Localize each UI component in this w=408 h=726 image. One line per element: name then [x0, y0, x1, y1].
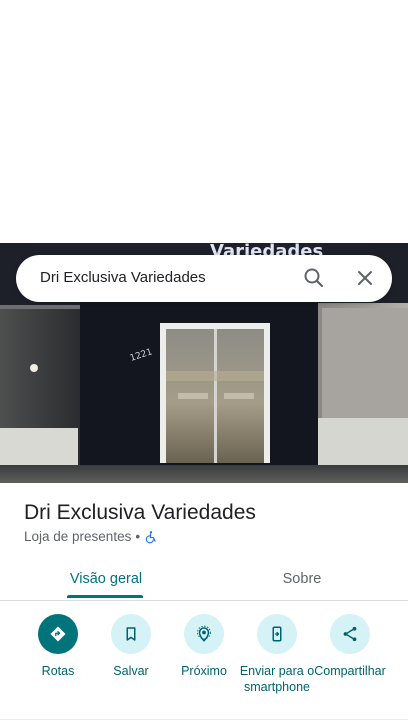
send-to-phone-icon: [257, 614, 297, 654]
save-label: Salvar: [113, 664, 149, 678]
separator-dot: •: [135, 529, 141, 544]
wheelchair-icon: [144, 530, 158, 544]
search-box[interactable]: Dri Exclusiva Variedades: [16, 255, 392, 302]
active-tab-indicator: [67, 595, 143, 598]
tab-bar: Visão geral Sobre: [0, 558, 408, 601]
tab-about[interactable]: Sobre: [248, 558, 356, 600]
blank-map-area: [0, 0, 408, 243]
search-query[interactable]: Dri Exclusiva Variedades: [40, 269, 206, 286]
save-button[interactable]: Salvar: [93, 614, 169, 679]
share-button[interactable]: Compartilhar: [312, 614, 388, 679]
close-icon[interactable]: [353, 266, 377, 290]
directions-label: Rotas: [41, 664, 75, 678]
send-to-phone-label: Enviar para o smartphone: [239, 664, 315, 694]
search-icon[interactable]: [302, 266, 326, 290]
share-icon: [330, 614, 370, 654]
directions-button[interactable]: Rotas: [20, 614, 96, 679]
tab-overview[interactable]: Visão geral: [52, 558, 160, 600]
nearby-label: Próximo: [181, 664, 227, 678]
bookmark-icon: [111, 614, 151, 654]
share-label: Compartilhar: [314, 664, 386, 678]
send-to-phone-button[interactable]: Enviar para o smartphone: [239, 614, 315, 695]
bottom-divider: [0, 719, 408, 720]
directions-icon: [38, 614, 78, 654]
nearby-button[interactable]: Próximo: [166, 614, 242, 679]
nearby-icon: [184, 614, 224, 654]
place-title: Dri Exclusiva Variedades: [24, 501, 256, 524]
place-subtitle: Loja de presentes •: [24, 529, 158, 544]
place-category: Loja de presentes: [24, 529, 132, 544]
action-buttons: Rotas Salvar Próximo Enviar para o smart…: [0, 614, 408, 714]
